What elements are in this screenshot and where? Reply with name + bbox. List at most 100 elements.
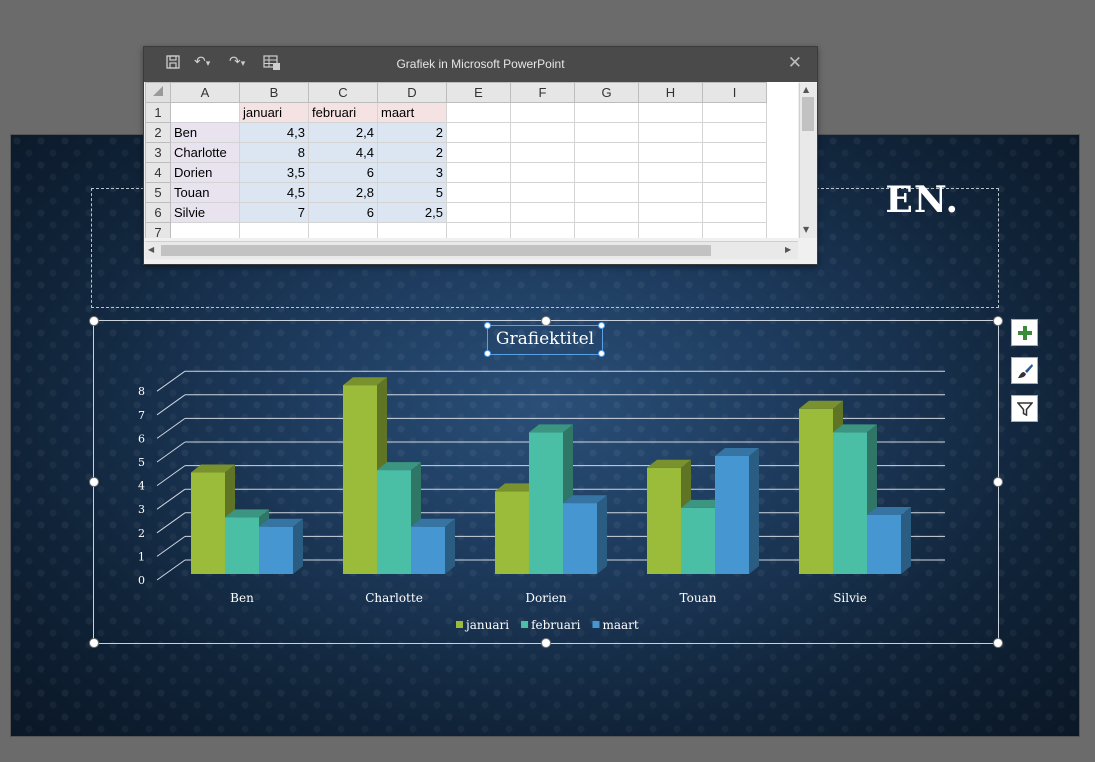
- horizontal-scroll-thumb[interactable]: [161, 245, 711, 256]
- cell-empty[interactable]: [638, 142, 703, 163]
- cell-empty[interactable]: [574, 142, 639, 163]
- cell-empty[interactable]: [574, 122, 639, 143]
- excel-chart-data-window[interactable]: ↶▾ ↷▾ Grafiek in Microsoft PowerPoint ✕ …: [143, 46, 818, 265]
- column-header[interactable]: I: [702, 82, 767, 103]
- row-header[interactable]: 7: [145, 222, 171, 238]
- title-handle-tl[interactable]: [484, 322, 491, 329]
- cell-empty[interactable]: [446, 162, 511, 183]
- cell-empty[interactable]: [510, 222, 575, 238]
- title-handle-tr[interactable]: [598, 322, 605, 329]
- cell-b[interactable]: januari: [239, 102, 309, 123]
- column-header[interactable]: H: [638, 82, 703, 103]
- cell-b[interactable]: 3,5: [239, 162, 309, 183]
- cell-b[interactable]: 7: [239, 202, 309, 223]
- cell-a[interactable]: [170, 102, 240, 123]
- cell-a[interactable]: Ben: [170, 122, 240, 143]
- cell-c[interactable]: [308, 222, 378, 238]
- cell-empty[interactable]: [702, 222, 767, 238]
- cell-c[interactable]: 2,8: [308, 182, 378, 203]
- cell-c[interactable]: 2,4: [308, 122, 378, 143]
- cell-empty[interactable]: [446, 222, 511, 238]
- column-header[interactable]: D: [377, 82, 447, 103]
- cell-c[interactable]: februari: [308, 102, 378, 123]
- select-all-corner[interactable]: [145, 82, 171, 103]
- cell-a[interactable]: [170, 222, 240, 238]
- column-header[interactable]: G: [574, 82, 639, 103]
- cell-empty[interactable]: [510, 182, 575, 203]
- cell-empty[interactable]: [638, 222, 703, 238]
- spreadsheet-grid[interactable]: A B C D E F G H I 1 januari februari maart 2…: [145, 82, 798, 238]
- cell-b[interactable]: [239, 222, 309, 238]
- cell-empty[interactable]: [510, 202, 575, 223]
- row-header[interactable]: 2: [145, 122, 171, 143]
- scroll-left-icon[interactable]: ◀: [148, 245, 154, 254]
- row-header[interactable]: 6: [145, 202, 171, 223]
- chart-styles-button[interactable]: [1011, 357, 1038, 384]
- cell-c[interactable]: 6: [308, 162, 378, 183]
- cell-empty[interactable]: [638, 202, 703, 223]
- cell-empty[interactable]: [446, 122, 511, 143]
- title-handle-bl[interactable]: [484, 350, 491, 357]
- cell-empty[interactable]: [510, 102, 575, 123]
- cell-empty[interactable]: [702, 162, 767, 183]
- cell-a[interactable]: Charlotte: [170, 142, 240, 163]
- chart-title[interactable]: Grafiektitel: [488, 329, 602, 349]
- close-icon[interactable]: ✕: [788, 53, 802, 73]
- cell-empty[interactable]: [510, 142, 575, 163]
- cell-d[interactable]: 2: [377, 142, 447, 163]
- cell-empty[interactable]: [446, 182, 511, 203]
- scroll-up-icon[interactable]: ▲: [803, 85, 809, 94]
- cell-empty[interactable]: [574, 102, 639, 123]
- cell-b[interactable]: 4,3: [239, 122, 309, 143]
- cell-a[interactable]: Dorien: [170, 162, 240, 183]
- cell-empty[interactable]: [638, 162, 703, 183]
- cell-empty[interactable]: [574, 202, 639, 223]
- cell-d[interactable]: 2: [377, 122, 447, 143]
- cell-empty[interactable]: [702, 102, 767, 123]
- cell-d[interactable]: [377, 222, 447, 238]
- column-header[interactable]: B: [239, 82, 309, 103]
- cell-a[interactable]: Silvie: [170, 202, 240, 223]
- cell-empty[interactable]: [702, 202, 767, 223]
- scroll-right-icon[interactable]: ▶: [785, 245, 791, 254]
- cell-a[interactable]: Touan: [170, 182, 240, 203]
- cell-c[interactable]: 4,4: [308, 142, 378, 163]
- cell-empty[interactable]: [446, 142, 511, 163]
- cell-c[interactable]: 6: [308, 202, 378, 223]
- cell-empty[interactable]: [446, 102, 511, 123]
- chart-elements-button[interactable]: [1011, 319, 1038, 346]
- scroll-down-icon[interactable]: ▼: [803, 225, 809, 234]
- row-header[interactable]: 1: [145, 102, 171, 123]
- column-header[interactable]: E: [446, 82, 511, 103]
- cell-empty[interactable]: [638, 182, 703, 203]
- cell-empty[interactable]: [446, 202, 511, 223]
- chart-title-box[interactable]: Grafiektitel: [487, 325, 603, 355]
- row-header[interactable]: 3: [145, 142, 171, 163]
- title-handle-br[interactable]: [598, 350, 605, 357]
- cell-empty[interactable]: [574, 182, 639, 203]
- cell-d[interactable]: maart: [377, 102, 447, 123]
- cell-empty[interactable]: [510, 122, 575, 143]
- cell-empty[interactable]: [510, 162, 575, 183]
- cell-empty[interactable]: [574, 162, 639, 183]
- vertical-scrollbar[interactable]: ▲ ▼: [799, 83, 817, 238]
- cell-empty[interactable]: [702, 142, 767, 163]
- row-header[interactable]: 5: [145, 182, 171, 203]
- column-header[interactable]: F: [510, 82, 575, 103]
- horizontal-scrollbar[interactable]: ◀ ▶: [145, 241, 798, 259]
- chart-filters-button[interactable]: [1011, 395, 1038, 422]
- cell-b[interactable]: 4,5: [239, 182, 309, 203]
- cell-d[interactable]: 5: [377, 182, 447, 203]
- cell-d[interactable]: 3: [377, 162, 447, 183]
- vertical-scroll-thumb[interactable]: [802, 97, 814, 131]
- cell-d[interactable]: 2,5: [377, 202, 447, 223]
- cell-empty[interactable]: [702, 182, 767, 203]
- cell-empty[interactable]: [574, 222, 639, 238]
- excel-titlebar[interactable]: ↶▾ ↷▾ Grafiek in Microsoft PowerPoint ✕: [144, 47, 817, 82]
- column-header[interactable]: C: [308, 82, 378, 103]
- cell-b[interactable]: 8: [239, 142, 309, 163]
- column-header[interactable]: A: [170, 82, 240, 103]
- cell-empty[interactable]: [702, 122, 767, 143]
- cell-empty[interactable]: [638, 102, 703, 123]
- row-header[interactable]: 4: [145, 162, 171, 183]
